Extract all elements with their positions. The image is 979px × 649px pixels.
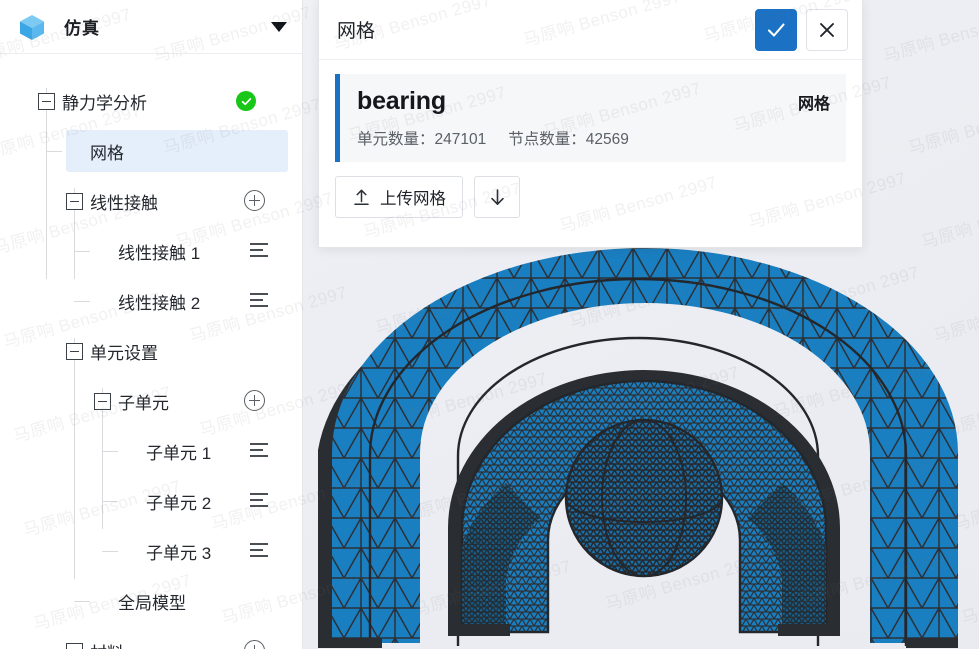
upload-mesh-label: 上传网格: [380, 190, 446, 208]
check-icon: [767, 22, 785, 37]
list-lines-icon: [250, 543, 272, 559]
add-button-material[interactable]: [244, 640, 266, 649]
tree-item-label: 子单元 2: [146, 493, 212, 513]
tree-item-background: [0, 530, 288, 572]
tree-item-background: [0, 480, 288, 522]
plus-circle-icon: [244, 640, 265, 649]
tree-item-material[interactable]: 材料: [0, 626, 302, 649]
mesh-name: bearing: [357, 87, 446, 115]
collapse-toggle-static-analysis[interactable]: [38, 93, 55, 110]
collapse-toggle-sub-element[interactable]: [94, 393, 111, 410]
tree-item-sub-element-3[interactable]: 子单元 3: [0, 526, 302, 576]
mesh-model-bearing[interactable]: [310, 248, 979, 649]
caret-down-icon[interactable]: [270, 18, 288, 36]
tree-connector: [102, 551, 118, 552]
list-lines-icon: [250, 443, 272, 459]
tree-guide-line: [74, 338, 75, 579]
options-button-sub-element-1[interactable]: [250, 443, 272, 465]
tree-item-sub-element-1[interactable]: 子单元 1: [0, 426, 302, 476]
tree-item-element-setting[interactable]: 单元设置: [0, 326, 302, 376]
tree-connector: [74, 601, 90, 602]
mesh-panel-buttons: [755, 8, 848, 51]
plus-circle-icon: [244, 390, 265, 411]
tree-connector: [74, 301, 90, 302]
plus-circle-icon: [244, 190, 265, 211]
tree-connector: [102, 501, 118, 502]
options-button-linear-contact-2[interactable]: [250, 293, 272, 315]
collapse-toggle-linear-contact[interactable]: [66, 193, 83, 210]
mesh-card-top-row: bearing 网格: [357, 87, 830, 116]
tree-item-label: 静力学分析: [62, 93, 147, 113]
options-button-sub-element-3[interactable]: [250, 543, 272, 565]
options-button-sub-element-2[interactable]: [250, 493, 272, 515]
collapse-toggle-material[interactable]: [66, 643, 83, 649]
app-title: 仿真: [64, 19, 100, 38]
tree-item-label: 线性接触 2: [118, 293, 201, 313]
tree-connector: [74, 251, 90, 252]
add-button-linear-contact[interactable]: [244, 190, 266, 212]
tree-item-background: [0, 430, 288, 472]
application-window: 仿真 静力学分析 网格 线性接触 线性接触 1 线性接触 2 单元设置 子单元 子单元 1 子单…: [0, 0, 979, 649]
list-lines-icon: [250, 493, 272, 509]
node-count: 节点数量：42569: [508, 131, 629, 148]
mesh-statistics: 单元数量：247101 节点数量：42569: [357, 127, 830, 149]
options-button-linear-contact-1[interactable]: [250, 243, 272, 265]
sidebar-header: 仿真: [0, 0, 302, 54]
list-lines-icon: [250, 243, 272, 259]
tree-item-label: 子单元: [118, 393, 169, 413]
tree-item-sub-element-2[interactable]: 子单元 2: [0, 476, 302, 526]
mesh-panel-body: bearing 网格 单元数量：247101 节点数量：42569 上传网格: [319, 60, 862, 218]
tree-item-linear-contact-2[interactable]: 线性接触 2: [0, 276, 302, 326]
tree-item-label: 子单元 3: [146, 543, 212, 563]
element-count: 单元数量：247101: [357, 131, 487, 148]
tree-connector: [102, 451, 118, 452]
tree-item-label: 单元设置: [90, 343, 158, 363]
tree-item-label: 材料: [90, 639, 124, 649]
tree-item-label: 线性接触 1: [118, 243, 201, 263]
simulation-tree: 静力学分析网格线性接触线性接触 1 线性接触 2 单元设置子单元子单元 1 子单元 2…: [0, 54, 302, 649]
add-button-sub-element[interactable]: [244, 390, 266, 412]
mesh-panel-title: 网格: [337, 21, 376, 42]
cancel-button[interactable]: [806, 8, 848, 51]
tree-item-label: 子单元 1: [146, 443, 212, 463]
mesh-info-card[interactable]: bearing 网格 单元数量：247101 节点数量：42569: [335, 74, 846, 162]
confirm-button[interactable]: [755, 8, 797, 51]
tree-item-label: 全局模型: [118, 593, 186, 613]
download-mesh-button[interactable]: [474, 176, 520, 218]
download-icon: [490, 188, 504, 205]
tree-guide-line: [46, 88, 47, 279]
ball-sphere: [564, 418, 724, 578]
cube-icon: [20, 14, 44, 40]
mesh-panel: 网格 bearing 网格 单元数量：247101 节点数量：42569 上传网…: [318, 0, 863, 248]
tree-item-label: 线性接触: [90, 193, 158, 213]
tree-connector: [46, 151, 62, 152]
collapse-toggle-element-setting[interactable]: [66, 343, 83, 360]
mesh-panel-actions: 上传网格: [335, 176, 846, 218]
check-icon: [241, 97, 251, 105]
sidebar: 仿真 静力学分析网格线性接触线性接触 1 线性接触 2 单元设置子单元子单元 1 子单…: [0, 0, 303, 649]
mesh-card-tag: 网格: [797, 96, 830, 113]
list-lines-icon: [250, 293, 272, 309]
mesh-panel-header: 网格: [319, 0, 862, 60]
tree-item-label: 网格: [90, 143, 124, 163]
tree-item-sub-element[interactable]: 子单元: [0, 376, 302, 426]
upload-icon: [354, 189, 369, 205]
upload-mesh-button[interactable]: 上传网格: [335, 176, 463, 218]
status-badge-success: [236, 91, 256, 111]
tree-item-global-model[interactable]: 全局模型: [0, 576, 302, 626]
close-icon: [820, 22, 834, 37]
